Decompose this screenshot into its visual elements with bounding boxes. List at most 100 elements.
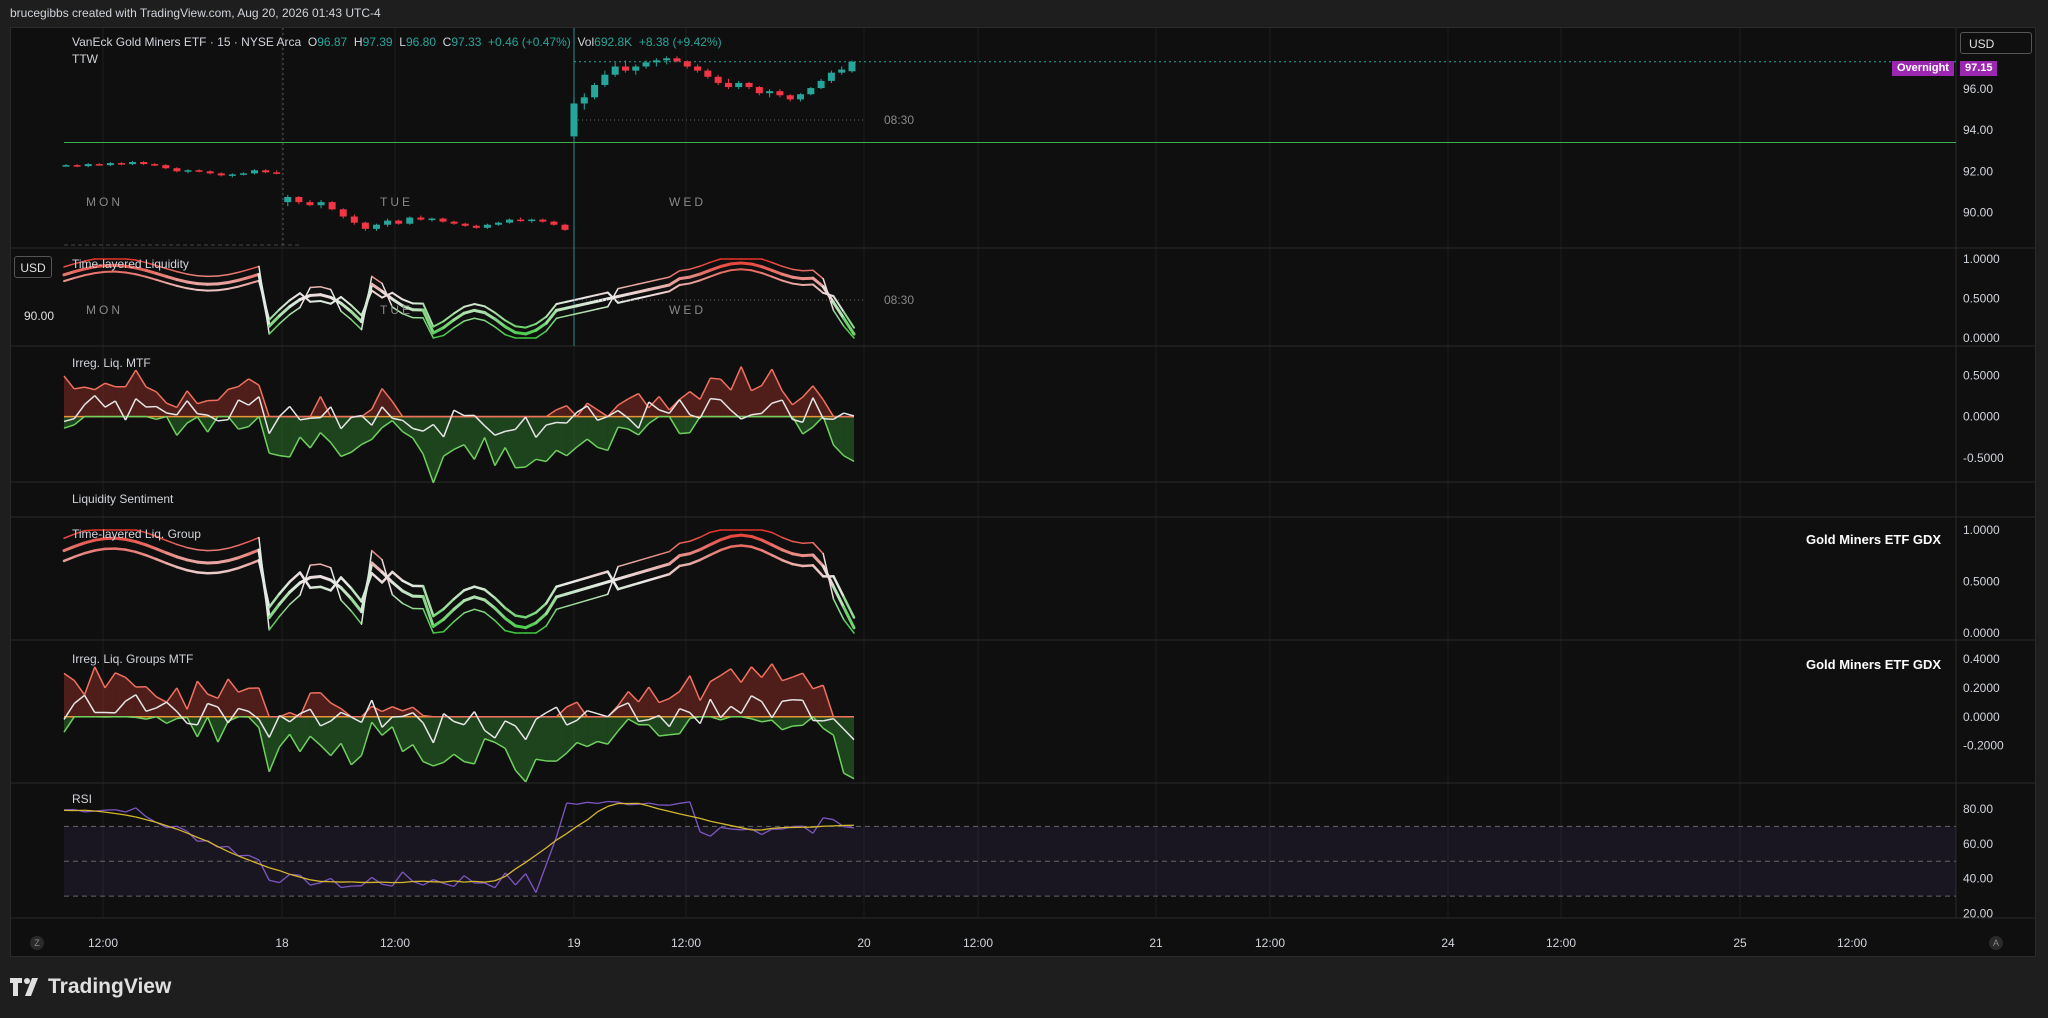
tlg-layer0-seg-13 <box>196 548 209 552</box>
time-label-7: 21 <box>1149 936 1163 950</box>
tlg-annotation: Gold Miners ETF GDX <box>1806 532 1942 547</box>
time-label-10: 12:00 <box>1546 936 1576 950</box>
price-tick-1: 94.00 <box>1963 123 1993 137</box>
ilg-tick-3: -0.2000 <box>1963 739 2004 753</box>
ilm-pos-area-63 <box>710 378 721 417</box>
candle-body-3 <box>95 164 103 166</box>
tll-layer2-seg-8 <box>145 275 158 281</box>
tlg-layer2-seg-24 <box>308 585 322 590</box>
tlg-layer1-seg-37 <box>442 607 456 621</box>
time-axis[interactable]: 12:00 18 12:00 19 12:00 20 12:00 21 12:00 24 12:00… <box>88 936 1867 950</box>
tlg-layer2-seg-0 <box>62 555 76 563</box>
brand-name: TradingView <box>48 975 172 998</box>
tlg-layer2-seg-70 <box>780 558 794 566</box>
chart-canvas[interactable]: MON TUE WED 08:30 MON TUE WED 08:30 96.00 94.00… <box>0 0 2048 1018</box>
ilm-series2-seg-38 <box>453 409 465 417</box>
rsi-pane[interactable] <box>63 800 1956 897</box>
tlg-layer1-seg-40 <box>472 595 487 602</box>
tlg-layer0-seg-38 <box>453 612 465 623</box>
tll-pane[interactable]: MON TUE WED 08:30 <box>62 258 914 339</box>
rsi-ma-seg-58 <box>658 808 670 813</box>
tlg-layer0-seg-39 <box>463 608 476 614</box>
tlg-layer1-seg-76 <box>842 605 856 630</box>
ilg-pane[interactable] <box>63 663 855 783</box>
tll-layer1-seg-54 <box>616 292 630 299</box>
tll-layer2-seg-71 <box>791 282 804 287</box>
tlg-layer2-seg-38 <box>452 589 466 601</box>
tll-layer2-seg-68 <box>760 271 773 278</box>
rsi-seg-50 <box>576 801 588 805</box>
price-axes[interactable]: 96.00 94.00 92.00 90.00 1.0000 0.5000 0.0000 0.… <box>1963 82 2004 920</box>
tll-layer1-seg-16 <box>226 278 240 285</box>
rsi-seg-6 <box>125 807 137 813</box>
pane-title-tlg[interactable]: Time-layered Liq. Group <box>72 527 201 541</box>
tll-layer2-seg-40 <box>473 303 486 308</box>
pane-title-ilm[interactable]: Irreg. Liq. MTF <box>72 356 151 370</box>
ohlc-legend[interactable]: VanEck Gold Miners ETF · 15 · NYSE Arca … <box>72 35 722 49</box>
ilm-neg-area-22 <box>289 416 300 457</box>
tll-layer2-seg-17 <box>237 282 250 288</box>
candle-body-12 <box>195 170 203 172</box>
tlg-layer1-seg-60 <box>678 552 692 558</box>
tll-layer0-seg-49 <box>565 312 578 317</box>
candle-body-34 <box>439 218 447 222</box>
tlg-layer1-seg-24 <box>308 575 322 580</box>
tll-layer0-seg-57 <box>648 278 660 283</box>
candle-body-53 <box>642 62 650 67</box>
tll-layer2-seg-55 <box>627 297 640 302</box>
symbol-name: VanEck Gold Miners ETF · 15 · NYSE Arca <box>72 35 302 49</box>
candle-body-21 <box>295 196 303 203</box>
tlg-layer2-seg-48 <box>555 582 568 588</box>
pane-title-tll[interactable]: Time-layered Liquidity <box>72 257 189 271</box>
tlg-layer0-seg-42 <box>494 619 506 632</box>
pane-title-ilg[interactable]: Irreg. Liq. Groups MTF <box>72 652 193 666</box>
tll-layer2-seg-13 <box>196 288 209 292</box>
candle-body-13 <box>206 171 214 174</box>
price-pane[interactable]: MON TUE WED 08:30 <box>62 28 1957 346</box>
ilg-neg-area-53 <box>607 716 619 745</box>
candle-body-52 <box>632 66 640 71</box>
tll-layer2-seg-43 <box>504 319 517 328</box>
ilg-pos-area-10 <box>166 687 177 717</box>
rsi-ma-seg-39 <box>464 880 475 883</box>
tlg-layer1-seg-18 <box>247 548 261 556</box>
ilg-series1-seg-6 <box>125 716 136 719</box>
currency-button-left[interactable]: USD <box>14 256 52 278</box>
tll-layer1-seg-30 <box>370 282 384 293</box>
tlg-layer1-seg-61 <box>688 548 702 556</box>
tlg-layer1-seg-59 <box>667 554 682 566</box>
pane-title-rsi[interactable]: RSI <box>72 792 92 806</box>
ilm-neg-area-42 <box>494 416 506 466</box>
ilg-neg-area-47 <box>546 716 557 762</box>
tlg-layer2-seg-49 <box>565 579 579 585</box>
tlg-layer1-seg-22 <box>288 581 302 594</box>
currency-button[interactable]: USD <box>1960 32 2032 54</box>
candle-body-45 <box>561 224 569 230</box>
auto-scale-button[interactable]: A <box>1989 936 2003 950</box>
ilm-series1-seg-60 <box>679 431 690 435</box>
tlg-pane[interactable] <box>62 529 856 634</box>
tlg-layer1-seg-38 <box>452 599 466 611</box>
tlg-layer2-seg-36 <box>432 607 445 618</box>
pane-separators[interactable] <box>10 28 2036 919</box>
indicator-ttw-label[interactable]: TTW <box>72 52 98 66</box>
ilm-neg-area-38 <box>453 416 465 450</box>
tlg-layer1-seg-48 <box>554 592 569 599</box>
tlg-layer2-seg-29 <box>360 572 374 603</box>
tlg-layer1-seg-56 <box>637 568 651 575</box>
tll-layer2-seg-60 <box>678 282 691 286</box>
tll-day-label-mon: MON <box>86 303 123 317</box>
tll-layer0-seg-42 <box>494 326 506 336</box>
tll-layer0-seg-59 <box>668 270 681 278</box>
ilm-neg-area-43 <box>505 416 516 468</box>
tll-layer2-seg-57 <box>647 292 661 297</box>
high-value: 97.39 <box>362 35 393 49</box>
tll-layer1-seg-66 <box>739 261 753 266</box>
tll-layer0-seg-46 <box>535 330 547 339</box>
rsi-seg-49 <box>566 802 578 805</box>
ilg-pos-area-70 <box>782 677 793 717</box>
zoom-corner-button[interactable]: Z <box>30 936 44 950</box>
ilm-neg-area-30 <box>371 416 383 440</box>
pane-title-ls[interactable]: Liquidity Sentiment <box>72 492 173 506</box>
ilm-pane[interactable] <box>63 366 855 484</box>
